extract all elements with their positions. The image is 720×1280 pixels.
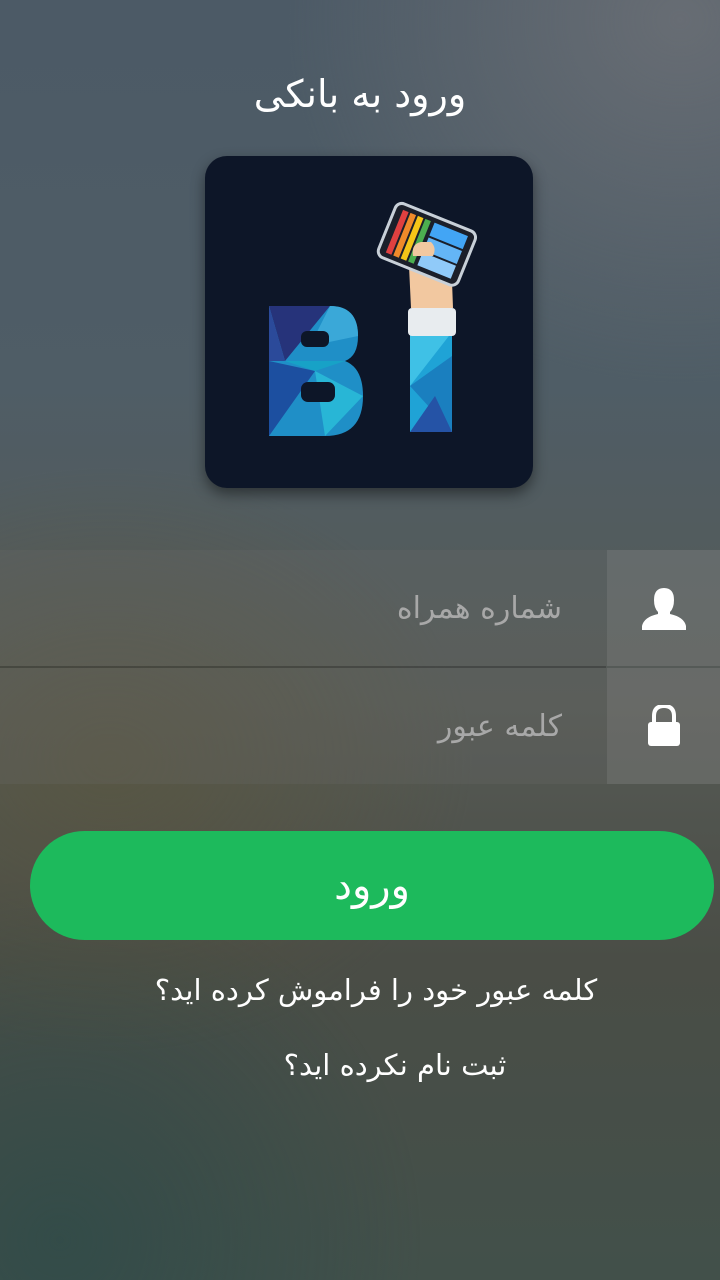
lock-icon-box bbox=[607, 668, 720, 784]
logo-letter-b bbox=[269, 306, 363, 436]
logo-cuff bbox=[408, 308, 456, 336]
logo-letter-i bbox=[410, 332, 452, 432]
app-logo bbox=[205, 156, 533, 488]
user-icon-box bbox=[607, 550, 720, 666]
phone-input[interactable] bbox=[0, 550, 607, 666]
password-input[interactable] bbox=[0, 668, 607, 784]
phone-field bbox=[0, 550, 720, 666]
user-icon bbox=[641, 588, 686, 630]
register-link[interactable]: ثبت نام نکرده اید؟ bbox=[0, 1048, 720, 1082]
password-field bbox=[0, 668, 720, 784]
forgot-password-link[interactable]: کلمه عبور خود را فراموش کرده اید؟ bbox=[0, 973, 720, 1007]
login-button[interactable]: ورود bbox=[30, 831, 714, 940]
page-title: ورود به بانکی bbox=[253, 72, 467, 116]
bi-logo-graphic bbox=[269, 201, 478, 436]
lock-icon bbox=[647, 705, 680, 746]
